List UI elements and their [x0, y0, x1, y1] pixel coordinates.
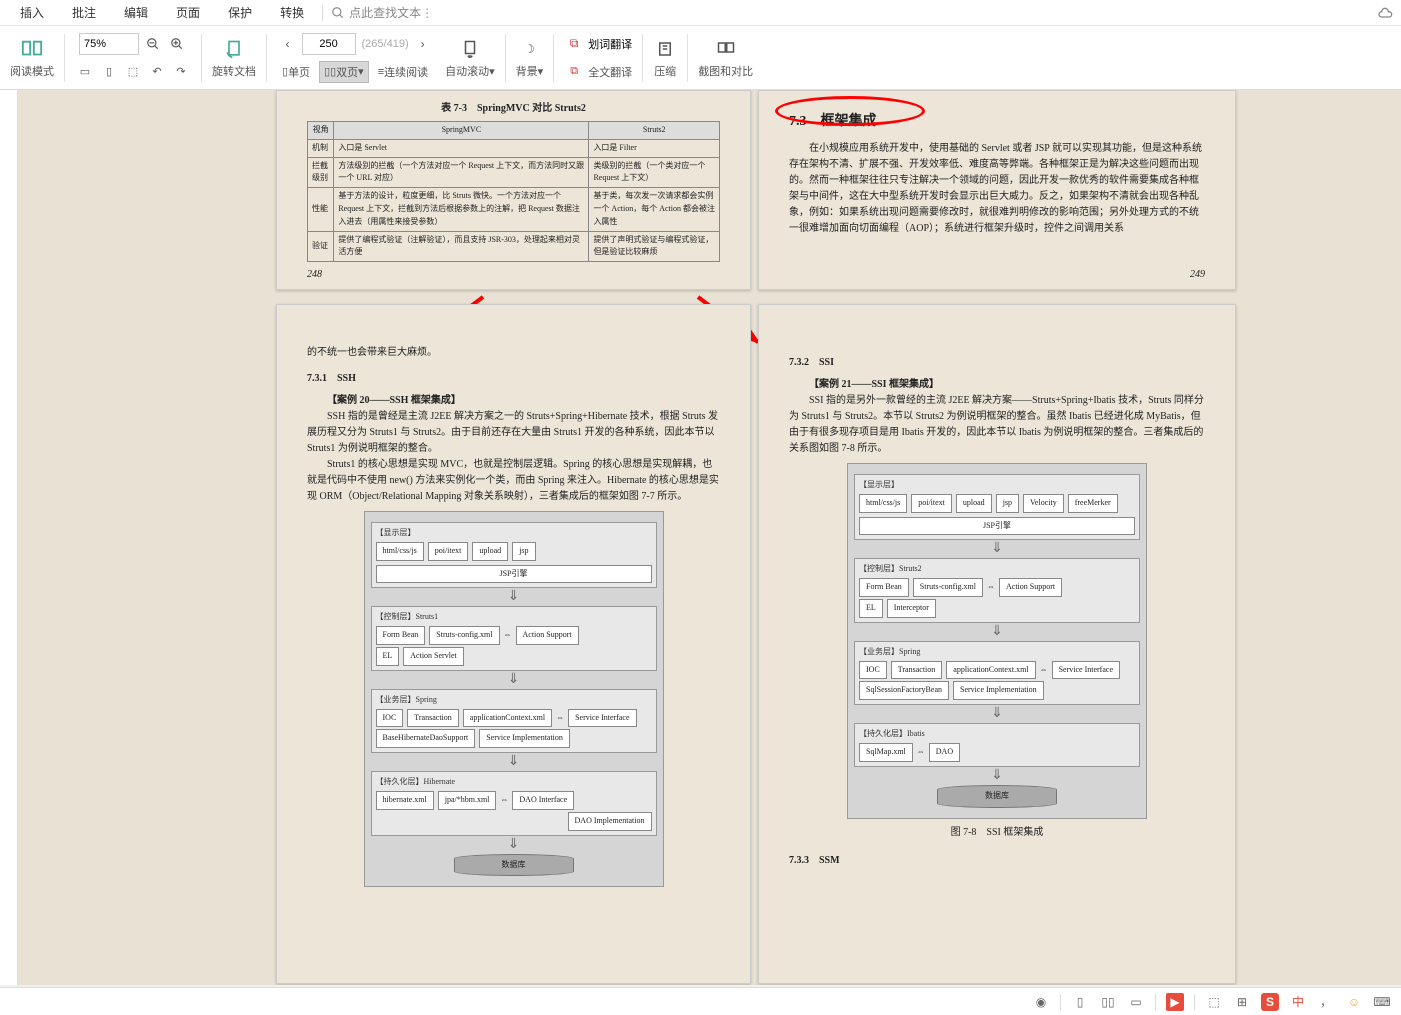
search-box[interactable]: 点此查找文本 ⋮	[331, 4, 433, 21]
fit-page-icon[interactable]: ▯	[99, 62, 119, 82]
ime-icon[interactable]: S	[1261, 993, 1279, 1011]
rotate-doc-button[interactable]: 旋转文档	[206, 35, 262, 81]
eye-icon[interactable]: ◉	[1032, 993, 1050, 1011]
keyboard-icon[interactable]: ⌨	[1373, 993, 1391, 1011]
menu-edit[interactable]: 编辑	[110, 4, 162, 21]
compress-button[interactable]: 压缩	[647, 35, 683, 81]
full-translate-button[interactable]: 全文翻译	[588, 64, 632, 80]
ime-ch-icon[interactable]: 中	[1289, 993, 1307, 1011]
read-mode-button[interactable]: 阅读模式	[4, 35, 60, 81]
ssh-diagram: 【显示层】html/css/jspoi/itextuploadjspJSP引擎 …	[364, 511, 664, 887]
prev-page-icon[interactable]: ‹	[278, 34, 298, 54]
menu-insert[interactable]: 插入	[6, 4, 58, 21]
menu-annotate[interactable]: 批注	[58, 4, 110, 21]
status-bar: ◉ ▯ ▯▯ ▭ ▶ ⬚ ⊞ S 中 ， ☺ ⌨	[0, 987, 1401, 1015]
background-button[interactable]: ☽ 背景▾	[510, 35, 550, 81]
grid-icon[interactable]: ⊞	[1233, 993, 1251, 1011]
menu-page[interactable]: 页面	[162, 4, 214, 21]
sel-translate-button[interactable]: 划词翻译	[588, 36, 632, 52]
play-icon[interactable]: ▶	[1166, 993, 1184, 1011]
next-page-icon[interactable]: ›	[413, 34, 433, 54]
zoom-in-icon[interactable]	[167, 34, 187, 54]
page-248: 表 7-3 SpringMVC 对比 Struts2 视角SpringMVCSt…	[276, 90, 751, 290]
zoom-select[interactable]	[79, 33, 139, 55]
search-icon	[331, 6, 345, 20]
ssi-diagram: 【显示层】html/css/jspoi/itextuploadjspVeloci…	[847, 463, 1147, 819]
comparison-table: 视角SpringMVCStruts2 机制入口是 Servlet入口是 Filt…	[307, 121, 720, 262]
sidebar-panel[interactable]	[0, 90, 18, 985]
compare-button[interactable]: 截图和对比	[692, 35, 759, 81]
page-251: 7.3.2 SSI 【案例 21——SSI 框架集成】 SSI 指的是另外一款曾…	[758, 304, 1236, 984]
fit-width-icon[interactable]: ▭	[75, 62, 95, 82]
double-page-button[interactable]: ▯▯双页▾	[319, 61, 369, 83]
menu-convert[interactable]: 转换	[266, 4, 318, 21]
menu-bar: 插入 批注 编辑 页面 保护 转换 点此查找文本 ⋮	[0, 0, 1401, 26]
view-double-icon[interactable]: ▯▯	[1099, 993, 1117, 1011]
single-page-button[interactable]: ▯单页	[277, 61, 315, 83]
page-icon[interactable]: ⬚	[1205, 993, 1223, 1011]
red-circle-annotation	[775, 96, 925, 126]
emoji-icon[interactable]: ☺	[1345, 993, 1363, 1011]
zoom-out-icon[interactable]	[143, 34, 163, 54]
view-single-icon[interactable]: ▯	[1071, 993, 1089, 1011]
cloud-icon[interactable]	[1375, 3, 1395, 23]
content-area: 表 7-3 SpringMVC 对比 Struts2 视角SpringMVCSt…	[0, 90, 1401, 985]
punct-icon[interactable]: ，	[1317, 993, 1335, 1011]
page-input[interactable]	[302, 33, 356, 55]
continuous-button[interactable]: ≡连续阅读	[373, 61, 433, 83]
rotate-left-icon[interactable]: ↶	[147, 62, 167, 82]
auto-scroll-button[interactable]: 自动滚动▾	[439, 35, 501, 81]
rotate-right-icon[interactable]: ↷	[171, 62, 191, 82]
page-total: (265/419)	[362, 38, 409, 50]
page-250: 的不统一也会带来巨大麻烦。 7.3.1 SSH 【案例 20——SSH 框架集成…	[276, 304, 751, 984]
toolbar: 阅读模式 ▭ ▯ ⬚ ↶ ↷ 旋转文档 ‹ (265/419) › ▯单页 ▯▯…	[0, 26, 1401, 90]
menu-protect[interactable]: 保护	[214, 4, 266, 21]
actual-size-icon[interactable]: ⬚	[123, 62, 143, 82]
view-book-icon[interactable]: ▭	[1127, 993, 1145, 1011]
